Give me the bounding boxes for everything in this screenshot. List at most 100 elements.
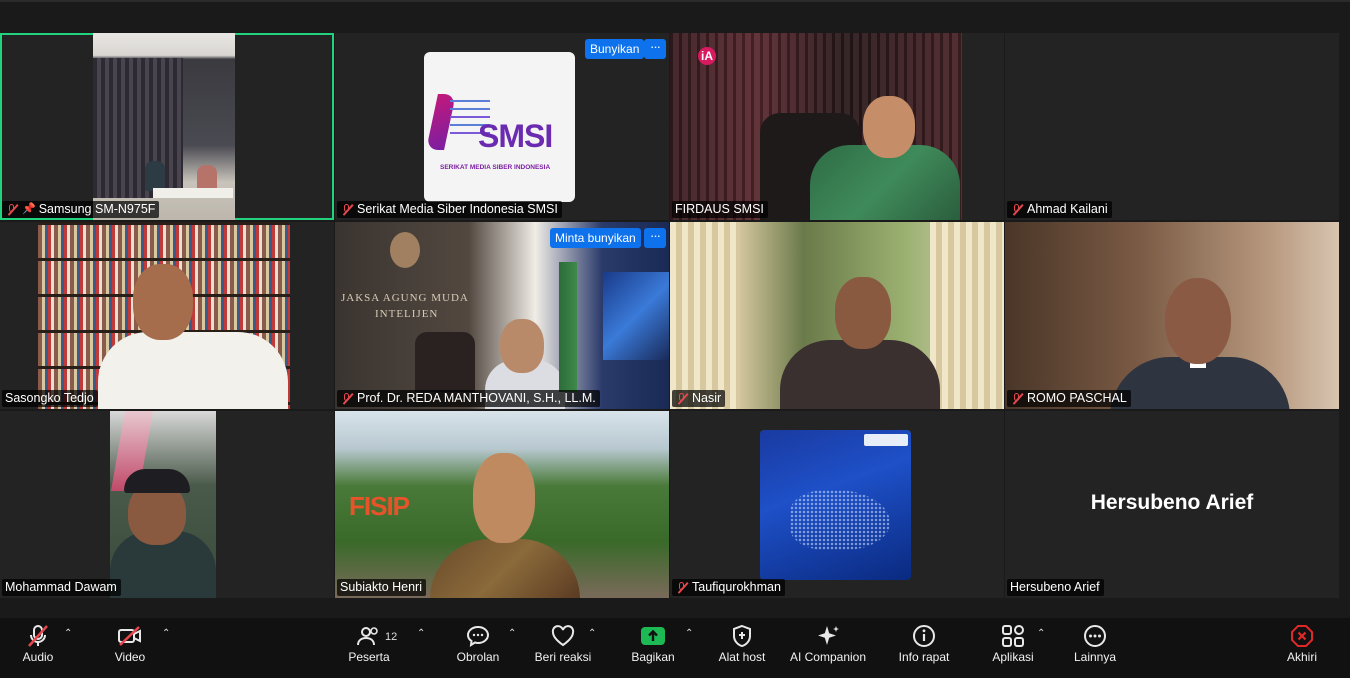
name-tag: Serikat Media Siber Indonesia SMSI: [337, 201, 562, 218]
top-bar: [0, 0, 1350, 32]
person-body: [430, 539, 580, 598]
participant-video: FISIP: [335, 411, 669, 598]
participant-tile-firdaus[interactable]: iA FIRDAUS SMSI: [670, 33, 1004, 220]
chat-icon: [466, 618, 490, 654]
participant-tile-dawam[interactable]: Mohammad Dawam: [0, 411, 334, 598]
more-button[interactable]: Lainnya: [1070, 618, 1120, 678]
name-tag: Sasongko Tedjo: [2, 390, 98, 407]
name-tag: Subiakto Henri: [337, 579, 426, 596]
emblem-icon: [390, 232, 420, 268]
table: [153, 188, 233, 198]
ai-companion-button[interactable]: AI Companion: [786, 618, 870, 678]
wall-text-2: INTELIJEN: [375, 308, 439, 320]
channel-logo: [864, 434, 908, 446]
name-tag: FIRDAUS SMSI: [672, 201, 768, 218]
curtain: [670, 222, 740, 409]
mic-muted-icon: [340, 392, 354, 406]
name-tag: 📌 Samsung SM-N975F: [2, 201, 160, 218]
participants-options-chevron-icon[interactable]: ⌃: [417, 628, 425, 639]
curtain: [930, 222, 1004, 409]
participant-tile-samsung[interactable]: 📌 Samsung SM-N975F: [0, 33, 334, 220]
smsi-logo-text: SMSI: [478, 118, 553, 154]
audio-options-chevron-icon[interactable]: ⌃: [64, 628, 72, 639]
person-face: [1165, 278, 1231, 364]
mic-muted-icon: [1010, 392, 1024, 406]
chat-button[interactable]: Obrolan: [453, 618, 503, 678]
video-button[interactable]: Video: [108, 618, 152, 678]
sparkle-icon: [815, 618, 841, 654]
participant-tile-reda[interactable]: JAKSA AGUNG MUDA INTELIJEN Minta bunyika…: [335, 222, 669, 409]
end-meeting-button[interactable]: Akhiri: [1280, 618, 1324, 678]
name-tag: ROMO PASCHAL: [1007, 390, 1131, 407]
pen-nib-icon: [426, 94, 456, 150]
mic-muted-icon: [340, 203, 354, 217]
more-icon: [1083, 618, 1107, 654]
participant-tile-hersubeno[interactable]: Hersubeno Arief Hersubeno Arief: [1005, 411, 1339, 598]
more-options-button[interactable]: ···: [644, 39, 666, 59]
participant-tile-nasir[interactable]: Nasir: [670, 222, 1004, 409]
participant-video: [93, 33, 235, 220]
meeting-info-button[interactable]: Info rapat: [896, 618, 952, 678]
name-tag: Mohammad Dawam: [2, 579, 121, 596]
mic-muted-icon: [1010, 203, 1024, 217]
participant-tile-subiakto[interactable]: FISIP Subiakto Henri: [335, 411, 669, 598]
apps-options-chevron-icon[interactable]: ⌃: [1037, 628, 1045, 639]
chair: [415, 332, 475, 392]
person-body: [780, 340, 940, 409]
participant-tile-ahmad[interactable]: Ahmad Kailani: [1005, 33, 1339, 220]
participant-video: JAKSA AGUNG MUDA INTELIJEN: [335, 222, 669, 409]
fisip-sign: FISIP: [349, 491, 410, 521]
name-tag: Ahmad Kailani: [1007, 201, 1112, 218]
participant-tile-taufiq[interactable]: Taufiqurokhman: [670, 411, 1004, 598]
meeting-toolbar: Audio ⌃ Video ⌃ Peserta 12 ⌃ Obrolan ⌃ B…: [0, 618, 1350, 678]
curtain: [93, 58, 183, 198]
unmute-button[interactable]: Bunyikan: [585, 39, 645, 59]
participants-button[interactable]: Peserta: [344, 618, 394, 678]
video-off-icon: [117, 618, 143, 654]
participant-video: [110, 411, 216, 598]
apps-button[interactable]: Aplikasi: [988, 618, 1038, 678]
heart-icon: [551, 618, 575, 654]
flag: [559, 262, 577, 392]
reactions-button[interactable]: Beri reaksi: [532, 618, 594, 678]
participant-video: [38, 222, 290, 409]
ask-to-unmute-button[interactable]: Minta bunyikan: [550, 228, 641, 248]
apps-icon: [1001, 618, 1025, 654]
audio-button[interactable]: Audio: [17, 618, 59, 678]
person-face: [133, 264, 193, 340]
mic-muted-icon: [675, 581, 689, 595]
participant-video: iA: [670, 33, 962, 220]
gallery-view: 📌 Samsung SM-N975F SMSI SERIKAT MEDIA SI…: [0, 33, 1340, 600]
smsi-logo-card: SMSI SERIKAT MEDIA SIBER INDONESIA: [424, 52, 575, 202]
share-options-chevron-icon[interactable]: ⌃: [685, 628, 693, 639]
person-body: [98, 332, 288, 409]
name-tag: Prof. Dr. REDA MANTHOVANI, S.H., LL.M.: [337, 390, 600, 407]
mic-muted-icon: [675, 392, 689, 406]
cap: [124, 469, 190, 493]
participant-tile-sasongko[interactable]: Sasongko Tedjo: [0, 222, 334, 409]
person-figure: [145, 161, 165, 191]
participant-tile-smsi[interactable]: SMSI SERIKAT MEDIA SIBER INDONESIA Bunyi…: [335, 33, 669, 220]
person-face: [835, 277, 891, 349]
participant-display-name: Hersubeno Arief: [1090, 491, 1254, 514]
participant-tile-romo[interactable]: ROMO PASCHAL: [1005, 222, 1339, 409]
mic-muted-icon: [27, 618, 49, 654]
name-tag: Hersubeno Arief: [1007, 579, 1104, 596]
info-icon: [912, 618, 936, 654]
person-face: [500, 319, 544, 373]
pin-icon: 📌: [22, 203, 36, 215]
screen-display: [603, 272, 669, 360]
indonesia-map: [790, 490, 890, 550]
end-call-icon: [1290, 618, 1314, 654]
person-face: [473, 453, 535, 543]
participant-video: [1005, 222, 1339, 409]
reactions-options-chevron-icon[interactable]: ⌃: [588, 628, 596, 639]
wall-text-1: JAKSA AGUNG MUDA: [341, 292, 469, 304]
host-tools-button[interactable]: Alat host: [715, 618, 769, 678]
more-options-button[interactable]: ···: [644, 228, 666, 248]
chat-options-chevron-icon[interactable]: ⌃: [508, 628, 516, 639]
share-screen-icon: [640, 618, 666, 654]
video-options-chevron-icon[interactable]: ⌃: [162, 628, 170, 639]
share-screen-button[interactable]: Bagikan: [628, 618, 678, 678]
participants-icon: [357, 618, 381, 654]
